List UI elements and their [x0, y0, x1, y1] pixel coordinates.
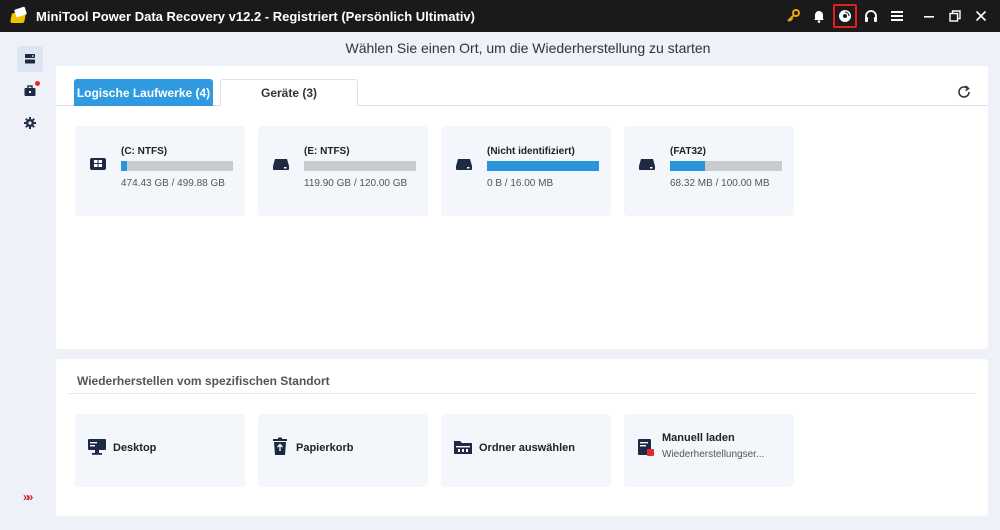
close-icon[interactable] [968, 3, 994, 29]
drive-usage-bar [670, 161, 782, 171]
location-desktop[interactable]: Desktop [75, 414, 245, 487]
drive-icon [272, 156, 290, 172]
drive-name: (E: NTFS) [304, 146, 350, 157]
drive-size: 119.90 GB / 120.00 GB [304, 178, 408, 189]
page-title: Wählen Sie einen Ort, um die Wiederherst… [345, 40, 711, 56]
drives-icon[interactable] [17, 46, 43, 72]
drive-size: 0 B / 16.00 MB [487, 178, 554, 189]
title-bar: MiniTool Power Data Recovery v12.2 - Reg… [0, 0, 1000, 32]
location-sublabel: Wiederherstellungser... [662, 449, 765, 460]
bell-icon[interactable] [806, 3, 832, 29]
drive-card-unidentified[interactable]: (Nicht identifiziert) 0 B / 16.00 MB [441, 126, 611, 216]
side-rail: »» [0, 32, 56, 530]
settings-icon[interactable] [17, 110, 43, 136]
restore-icon[interactable] [942, 3, 968, 29]
drive-usage-bar [121, 161, 233, 171]
expand-rail-button[interactable]: »» [23, 490, 34, 504]
drive-size: 474.43 GB / 499.88 GB [121, 178, 225, 189]
refresh-icon[interactable] [956, 84, 972, 100]
drive-card-e[interactable]: (E: NTFS) 119.90 GB / 120.00 GB [258, 126, 428, 216]
drive-usage-bar [487, 161, 599, 171]
location-label: Desktop [113, 442, 157, 454]
tab-devices[interactable]: Geräte (3) [220, 79, 358, 106]
tab-logical-drives[interactable]: Logische Laufwerke (4) [74, 79, 213, 106]
drive-name: (C: NTFS) [121, 146, 168, 157]
drive-name: (FAT32) [670, 146, 706, 157]
location-label: Manuell laden [662, 432, 735, 444]
drive-card-c[interactable]: (C: NTFS) 474.43 GB / 499.88 GB [75, 126, 245, 216]
location-label: Ordner auswählen [479, 442, 575, 454]
drive-icon [638, 156, 656, 172]
divider [68, 393, 976, 394]
location-load-manually[interactable]: Manuell laden Wiederherstellungser... [624, 414, 794, 487]
recycle-bin-icon [270, 437, 290, 457]
location-select-folder[interactable]: Ordner auswählen [441, 414, 611, 487]
drives-panel: Logische Laufwerke (4) Geräte (3) (C: NT… [56, 66, 988, 349]
menu-icon[interactable] [884, 3, 910, 29]
notification-dot [35, 81, 40, 86]
drive-usage-bar [304, 161, 416, 171]
drive-name: (Nicht identifiziert) [487, 146, 575, 157]
location-recycle-bin[interactable]: Papierkorb [258, 414, 428, 487]
app-logo-icon [10, 6, 28, 25]
drive-card-fat32[interactable]: (FAT32) 68.32 MB / 100.00 MB [624, 126, 794, 216]
folder-icon [453, 437, 473, 457]
locations-panel: Wiederherstellen vom spezifischen Stando… [56, 359, 988, 516]
drive-icon [455, 156, 473, 172]
windows-drive-icon [89, 156, 107, 172]
section-title: Wiederherstellen vom spezifischen Stando… [77, 374, 330, 388]
headset-icon[interactable] [858, 3, 884, 29]
key-icon[interactable] [780, 3, 806, 29]
load-file-icon [636, 437, 656, 457]
minimize-icon[interactable] [916, 3, 942, 29]
drive-size: 68.32 MB / 100.00 MB [670, 178, 770, 189]
tab-strip: Logische Laufwerke (4) Geräte (3) [56, 66, 988, 106]
toolbox-icon[interactable] [17, 78, 43, 104]
desktop-icon [87, 437, 107, 457]
location-label: Papierkorb [296, 442, 354, 454]
disc-icon[interactable] [833, 4, 857, 28]
window-title: MiniTool Power Data Recovery v12.2 - Reg… [36, 8, 475, 24]
